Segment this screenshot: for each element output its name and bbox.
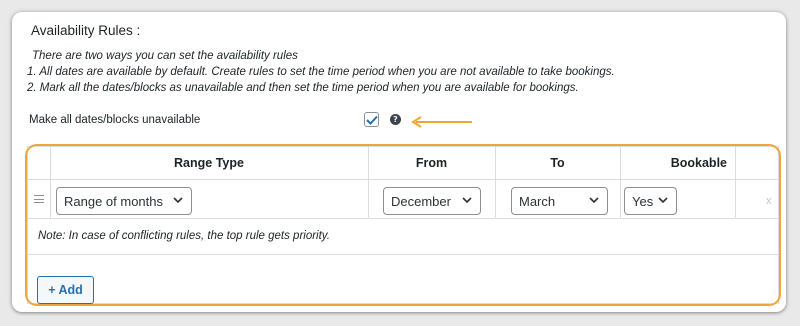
- column-header-bookable: Bookable: [620, 147, 735, 180]
- column-divider: [495, 147, 496, 218]
- chevron-down-icon: [658, 197, 668, 204]
- bookable-select[interactable]: Yes: [624, 187, 677, 215]
- row-divider: [28, 218, 778, 219]
- question-circle-icon[interactable]: ?: [390, 114, 401, 125]
- add-rule-button[interactable]: + Add: [37, 276, 94, 304]
- chevron-down-icon: [589, 197, 599, 204]
- chevron-down-icon: [173, 197, 183, 204]
- to-value: March: [519, 193, 556, 209]
- intro-line: 2. Mark all the dates/blocks as unavaila…: [27, 82, 579, 94]
- checkmark-icon: [365, 115, 378, 125]
- section-title: Availability Rules :: [31, 23, 141, 38]
- from-value: December: [391, 193, 451, 209]
- to-select[interactable]: March: [511, 187, 608, 215]
- range-type-value: Range of months: [64, 193, 164, 209]
- column-divider: [735, 147, 736, 218]
- range-type-select[interactable]: Range of months: [56, 187, 192, 215]
- from-select[interactable]: December: [383, 187, 481, 215]
- availability-rules-table: Range Type From To Bookable Range of mon…: [27, 146, 779, 304]
- make-all-unavailable-label: Make all dates/blocks unavailable: [29, 114, 201, 126]
- drag-column-header: [28, 147, 50, 180]
- column-header-range-type: Range Type: [50, 147, 368, 180]
- remove-rule-button[interactable]: x: [766, 195, 772, 207]
- intro-line: 1. All dates are available by default. C…: [27, 66, 615, 78]
- availability-rules-panel: Availability Rules : There are two ways …: [12, 12, 786, 312]
- bookable-value: Yes: [632, 193, 654, 209]
- chevron-down-icon: [462, 197, 472, 204]
- column-divider: [620, 147, 621, 218]
- row-divider: [28, 254, 778, 255]
- intro-text: There are two ways you can set the avail…: [27, 48, 615, 96]
- conflict-note: Note: In case of conflicting rules, the …: [38, 230, 330, 242]
- annotation-arrow-icon: [411, 116, 472, 128]
- drag-handle-icon[interactable]: [34, 195, 44, 203]
- column-divider: [368, 147, 369, 218]
- column-header-to: To: [495, 147, 620, 180]
- make-all-unavailable-checkbox[interactable]: [364, 112, 379, 127]
- column-header-from: From: [368, 147, 495, 180]
- intro-line: There are two ways you can set the avail…: [32, 50, 298, 62]
- remove-column-header: [735, 147, 778, 180]
- column-divider: [50, 147, 51, 218]
